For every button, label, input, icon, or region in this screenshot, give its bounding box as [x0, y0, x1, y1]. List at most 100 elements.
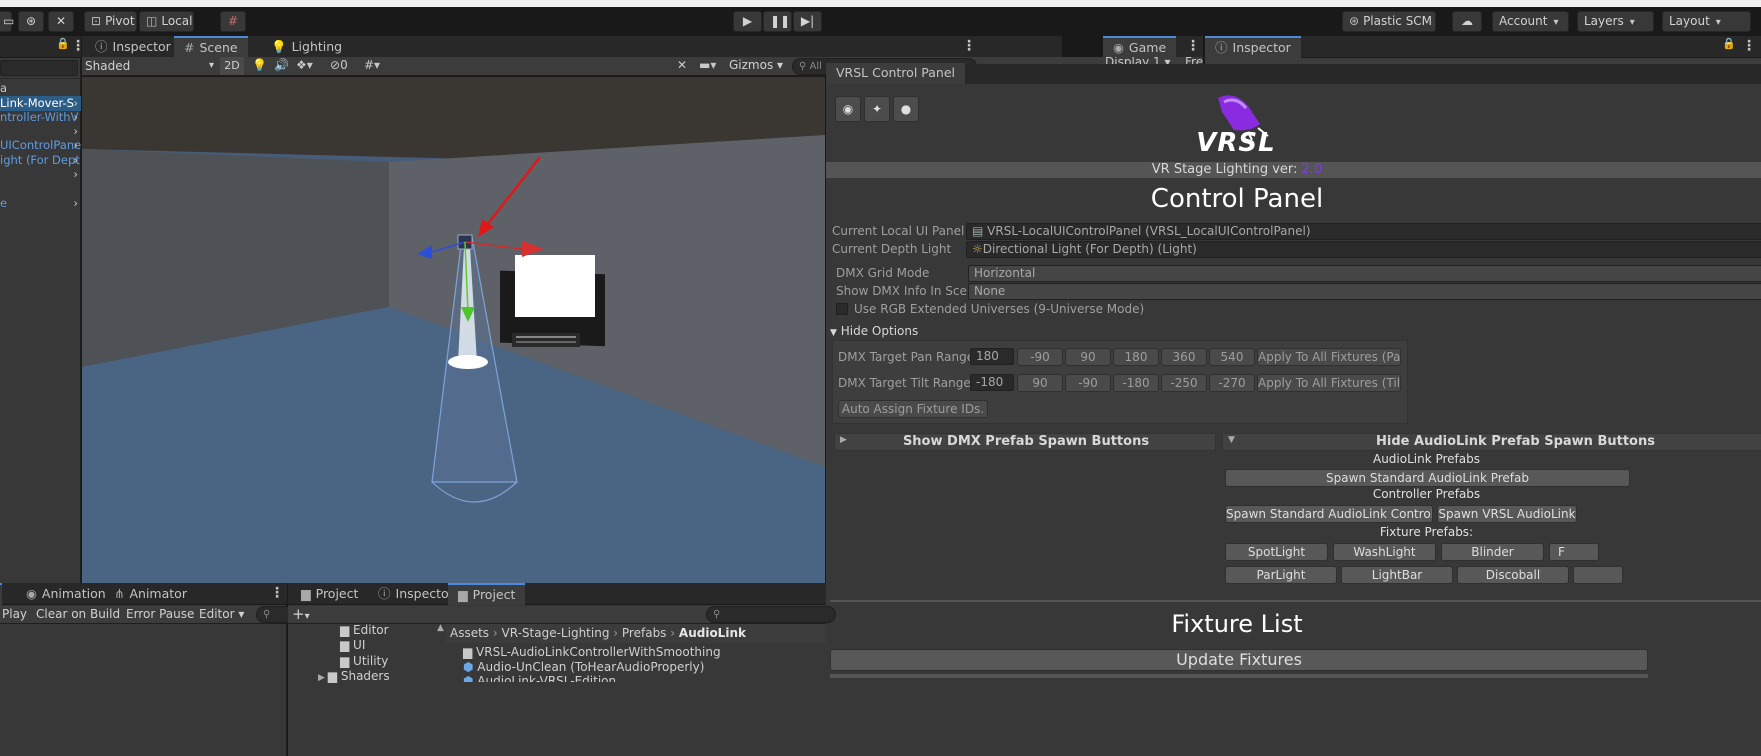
tilt-range-input[interactable]: -180	[970, 374, 1014, 391]
tilt-minus90-button[interactable]: -90	[1065, 374, 1111, 392]
tab-project[interactable]: ▆ Project	[291, 583, 368, 605]
cloud-button[interactable]: ☁	[1452, 11, 1482, 32]
github-button[interactable]: ●	[893, 96, 919, 122]
discord-button[interactable]: ◉	[835, 96, 861, 122]
spawn-spotlight-button[interactable]: SpotLight	[1225, 543, 1328, 561]
tilt-minus250-button[interactable]: -250	[1161, 374, 1207, 392]
hierarchy-row[interactable]: ›	[0, 167, 81, 182]
grid-toggle-icon[interactable]: #▾	[364, 58, 380, 72]
tilt-minus180-button[interactable]: -180	[1113, 374, 1159, 392]
hierarchy-row[interactable]: a	[0, 81, 81, 96]
inspector-menu-icon[interactable]: ⋮	[1742, 38, 1756, 54]
tab-lighting[interactable]: 💡 Lighting	[261, 36, 352, 58]
scene-viewport[interactable]	[82, 77, 825, 583]
gizmos-dropdown[interactable]: Gizmos ▾	[729, 58, 783, 72]
scene-effects-icon[interactable]: ❖▾	[296, 58, 313, 72]
spawn-washlight-button[interactable]: WashLight	[1333, 543, 1436, 561]
grid-mode-dropdown[interactable]: Horizontal	[968, 265, 1761, 282]
error-pause-toggle[interactable]: Error Pause	[126, 607, 194, 621]
apply-pan-button[interactable]: Apply To All Fixtures (Pan)	[1257, 348, 1401, 366]
tab-project-active[interactable]: ▆ Project	[448, 583, 526, 605]
tab-game[interactable]: ◉ Game	[1103, 36, 1177, 58]
grid-snap-button[interactable]: #	[220, 11, 246, 32]
depth-light-field[interactable]: ☼Directional Light (For Depth) (Light)	[966, 241, 1761, 258]
tools-icon[interactable]: ✕	[677, 58, 687, 72]
hierarchy-search[interactable]	[0, 60, 78, 76]
account-dropdown[interactable]: Account	[1492, 11, 1569, 32]
breadcrumb-item[interactable]: Assets	[450, 626, 489, 640]
asset-item[interactable]: ▆ VRSL-AudioLinkControllerWithSmoothing	[463, 645, 721, 659]
play-button[interactable]: ▶	[733, 11, 762, 32]
tab-inspector-right[interactable]: ⓘ Inspector	[1205, 36, 1301, 58]
pan-540-button[interactable]: 540	[1209, 348, 1255, 366]
pan-minus90-button[interactable]: -90	[1017, 348, 1063, 366]
lock-icon[interactable]: 🔒	[1722, 37, 1736, 50]
spawn-lightbar-button[interactable]: LightBar	[1341, 566, 1453, 584]
rgb-extended-checkbox[interactable]	[836, 303, 848, 315]
tab-console[interactable]	[0, 583, 2, 605]
breadcrumb-item[interactable]: Prefabs	[622, 626, 667, 640]
step-button[interactable]: ▶|	[793, 11, 822, 32]
tree-item[interactable]: ▆ Editor	[340, 623, 389, 637]
apply-tilt-button[interactable]: Apply To All Fixtures (Tilt)	[1257, 374, 1401, 392]
pan-180-button[interactable]: 180	[1113, 348, 1159, 366]
hierarchy-row[interactable]: Link-Mover-S ›	[0, 96, 81, 111]
pause-button[interactable]: ❚❚	[763, 11, 792, 32]
tab-animator[interactable]: ⋔ Animator	[104, 583, 197, 605]
plastic-scm-button[interactable]: ⊛ Plastic SCM	[1342, 11, 1436, 32]
game-menu-icon[interactable]: ⋮	[1186, 38, 1200, 54]
hierarchy-row[interactable]: e ›	[0, 196, 81, 211]
tilt-90-button[interactable]: 90	[1017, 374, 1063, 392]
local-panel-field[interactable]: ▤ VRSL-LocalUIControlPanel (VRSL_LocalUI…	[966, 223, 1761, 240]
rect-tool-button[interactable]: ▭	[0, 11, 14, 32]
tree-item[interactable]: ▶ ▆ Shaders	[318, 669, 390, 683]
play-toggle[interactable]: Play	[2, 607, 27, 621]
asset-item[interactable]: ⬢ AudioLink-VRSL-Edition	[463, 674, 616, 682]
asset-item[interactable]: ⬢ Audio-UnClean (ToHearAudioProperly)	[463, 660, 704, 674]
pan-360-button[interactable]: 360	[1161, 348, 1207, 366]
scene-menu-icon[interactable]: ⋮	[962, 38, 976, 54]
breadcrumb-item[interactable]: VR-Stage-Lighting	[502, 626, 610, 640]
tab-inspector[interactable]: ⓘ Inspector	[85, 36, 181, 58]
hierarchy-row[interactable]: UIControlPane ›	[0, 138, 81, 153]
custom-tool-button[interactable]: ✕	[48, 11, 74, 32]
scroll-up-icon[interactable]: ▲	[437, 623, 444, 633]
dmx-spawn-foldout[interactable]: ▶ Show DMX Prefab Spawn Buttons	[834, 433, 1216, 451]
editor-dropdown[interactable]: Editor ▾	[199, 607, 244, 621]
hidden-objects-toggle[interactable]: ⊘0	[330, 58, 348, 72]
shading-mode-dropdown[interactable]: Shaded ▾	[85, 57, 218, 75]
pan-90-button[interactable]: 90	[1065, 348, 1111, 366]
auto-assign-ids-button[interactable]: Auto Assign Fixture IDs.	[838, 400, 988, 418]
camera-icon[interactable]: ▬▾	[699, 58, 716, 72]
spawn-vrsl-audiolink-button[interactable]: Spawn VRSL AudioLink	[1437, 505, 1577, 523]
transform-tool-button[interactable]: ⊛	[18, 11, 44, 32]
spawn-fixture-button[interactable]	[1573, 566, 1623, 584]
tree-item[interactable]: ▆ UI	[340, 638, 365, 652]
pivot-toggle[interactable]: ⊡ Pivot	[84, 11, 137, 32]
scene-audio-icon[interactable]: 🔊	[274, 58, 289, 72]
tree-item[interactable]: ▆ Utility	[340, 654, 388, 668]
clear-on-build-toggle[interactable]: Clear on Build	[36, 607, 120, 621]
pan-range-input[interactable]: 180	[970, 348, 1014, 365]
console-menu-icon[interactable]: ⋮	[270, 585, 284, 601]
tab-scene[interactable]: # Scene	[174, 36, 248, 58]
layers-dropdown[interactable]: Layers	[1577, 11, 1654, 32]
add-asset-button[interactable]: +▾	[292, 605, 310, 623]
spawn-blinder-button[interactable]: Blinder	[1441, 543, 1544, 561]
spawn-parlight-button[interactable]: ParLight	[1225, 566, 1337, 584]
dmx-info-dropdown[interactable]: None	[968, 283, 1761, 300]
project-search[interactable]: ⚲	[706, 606, 836, 623]
layout-dropdown[interactable]: Layout	[1662, 11, 1751, 32]
local-toggle[interactable]: ◫ Local	[139, 11, 194, 32]
twitter-button[interactable]: ✦	[864, 96, 890, 122]
scene-lighting-icon[interactable]: 💡	[252, 58, 267, 72]
update-fixtures-button[interactable]: Update Fixtures	[830, 649, 1648, 671]
tab-animation[interactable]: ◉ Animation	[16, 583, 116, 605]
spawn-audiolink-controller-button[interactable]: Spawn Standard AudioLink Controller	[1225, 505, 1433, 523]
hierarchy-row[interactable]: ›	[0, 124, 81, 139]
2d-toggle[interactable]: 2D	[220, 57, 244, 75]
breadcrumb-item[interactable]: AudioLink	[679, 626, 746, 640]
spawn-fixture-button[interactable]: F	[1549, 543, 1599, 561]
hide-options-foldout[interactable]: ▼ Hide Options	[830, 324, 918, 338]
audiolink-spawn-foldout[interactable]: ▼ Hide AudioLink Prefab Spawn Buttons	[1222, 433, 1761, 451]
